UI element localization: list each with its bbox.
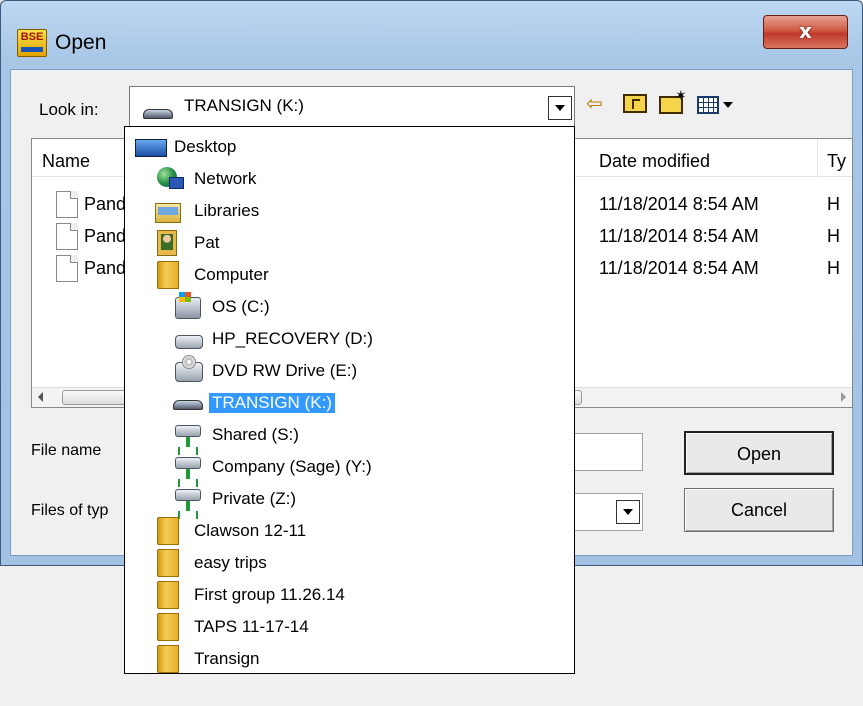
folder-icon [157, 645, 179, 673]
scroll-left-icon[interactable] [38, 392, 43, 402]
folder-icon [157, 613, 179, 641]
app-icon: BSE [17, 29, 47, 57]
views-dropdown-arrow-icon[interactable] [723, 102, 733, 108]
open-button[interactable]: Open [684, 431, 834, 475]
title-bar[interactable]: BSE Open x [1, 1, 862, 69]
dropdown-item-label: Shared (S:) [212, 425, 299, 444]
file-type: H [827, 194, 840, 214]
lookin-dropdown-button[interactable] [548, 96, 572, 120]
dropdown-item-label: TRANSIGN (K:) [208, 392, 336, 414]
network-icon [157, 167, 184, 189]
dropdown-item-label: HP_RECOVERY (D:) [212, 329, 373, 348]
lookin-value: TRANSIGN (K:) [184, 96, 304, 115]
dropdown-item-label: DVD RW Drive (E:) [212, 361, 358, 380]
dropdown-item-label: Transign [194, 649, 260, 668]
folder-icon [157, 517, 179, 545]
back-arrow-icon[interactable]: ⇦ [586, 93, 603, 115]
dropdown-item-label: Company (Sage) (Y:) [212, 457, 372, 476]
network-drive-icon [175, 489, 201, 511]
network-drive-icon [175, 425, 201, 447]
folder-icon [157, 549, 179, 577]
lookin-dropdown-list[interactable]: Desktop Network Libraries Pat Computer O… [124, 126, 575, 674]
usb-drive-icon [173, 400, 203, 410]
dropdown-item-label: OS (C:) [212, 297, 270, 316]
document-icon [56, 223, 78, 250]
cancel-button[interactable]: Cancel [684, 488, 834, 532]
document-icon [56, 191, 78, 218]
folder-icon [157, 581, 179, 609]
new-folder-icon[interactable] [659, 84, 687, 114]
filetype-dropdown-button[interactable] [616, 500, 640, 524]
scroll-right-icon[interactable] [841, 392, 846, 402]
file-date: 11/18/2014 8:54 AM [599, 226, 759, 246]
hard-drive-icon [175, 335, 203, 349]
dropdown-item-label: TAPS 11-17-14 [194, 617, 309, 636]
dropdown-item-label: Pat [194, 233, 220, 252]
network-drive-icon [175, 457, 201, 479]
window-title: Open [55, 31, 107, 54]
dvd-drive-icon [175, 355, 203, 382]
column-header-type[interactable]: Ty [827, 151, 846, 172]
dropdown-item-label: Private (Z:) [212, 489, 297, 508]
filetype-label: Files of typ [31, 502, 109, 519]
dropdown-item-label: First group 11.26.14 [194, 585, 345, 604]
file-name: Pand [84, 194, 127, 214]
dropdown-item-label: easy trips [194, 553, 267, 572]
user-folder-icon [157, 230, 177, 256]
document-icon [56, 255, 78, 282]
os-drive-icon [175, 292, 201, 319]
file-type: H [827, 226, 840, 246]
close-button[interactable]: x [763, 15, 848, 49]
libraries-icon [155, 203, 181, 223]
dropdown-item-label: Computer [194, 265, 269, 284]
lookin-combobox[interactable]: TRANSIGN (K:) [129, 86, 575, 127]
lookin-label: Look in: [39, 100, 99, 119]
file-date: 11/18/2014 8:54 AM [599, 194, 759, 214]
app-icon-label: BSE [20, 31, 44, 43]
close-icon: x [799, 19, 812, 43]
file-name: Pand [84, 258, 127, 278]
views-menu-icon[interactable] [697, 96, 719, 114]
file-date: 11/18/2014 8:54 AM [599, 258, 759, 278]
dropdown-item-label: Network [194, 169, 257, 188]
chevron-down-icon [623, 509, 633, 515]
dropdown-item-label: Desktop [174, 137, 237, 156]
filename-label: File name [31, 442, 102, 459]
up-folder-icon[interactable] [623, 94, 647, 113]
file-type: H [827, 258, 840, 278]
column-separator[interactable] [817, 139, 818, 177]
folder-icon [157, 261, 179, 289]
dropdown-item-label: Libraries [194, 201, 260, 220]
column-header-name[interactable]: Name [42, 151, 90, 172]
column-header-date-modified[interactable]: Date modified [599, 151, 710, 172]
file-name: Pand [84, 226, 127, 246]
chevron-down-icon [555, 105, 565, 111]
usb-drive-icon [143, 109, 173, 119]
desktop-icon [135, 139, 167, 157]
dropdown-item-label: Clawson 12-11 [194, 521, 307, 540]
